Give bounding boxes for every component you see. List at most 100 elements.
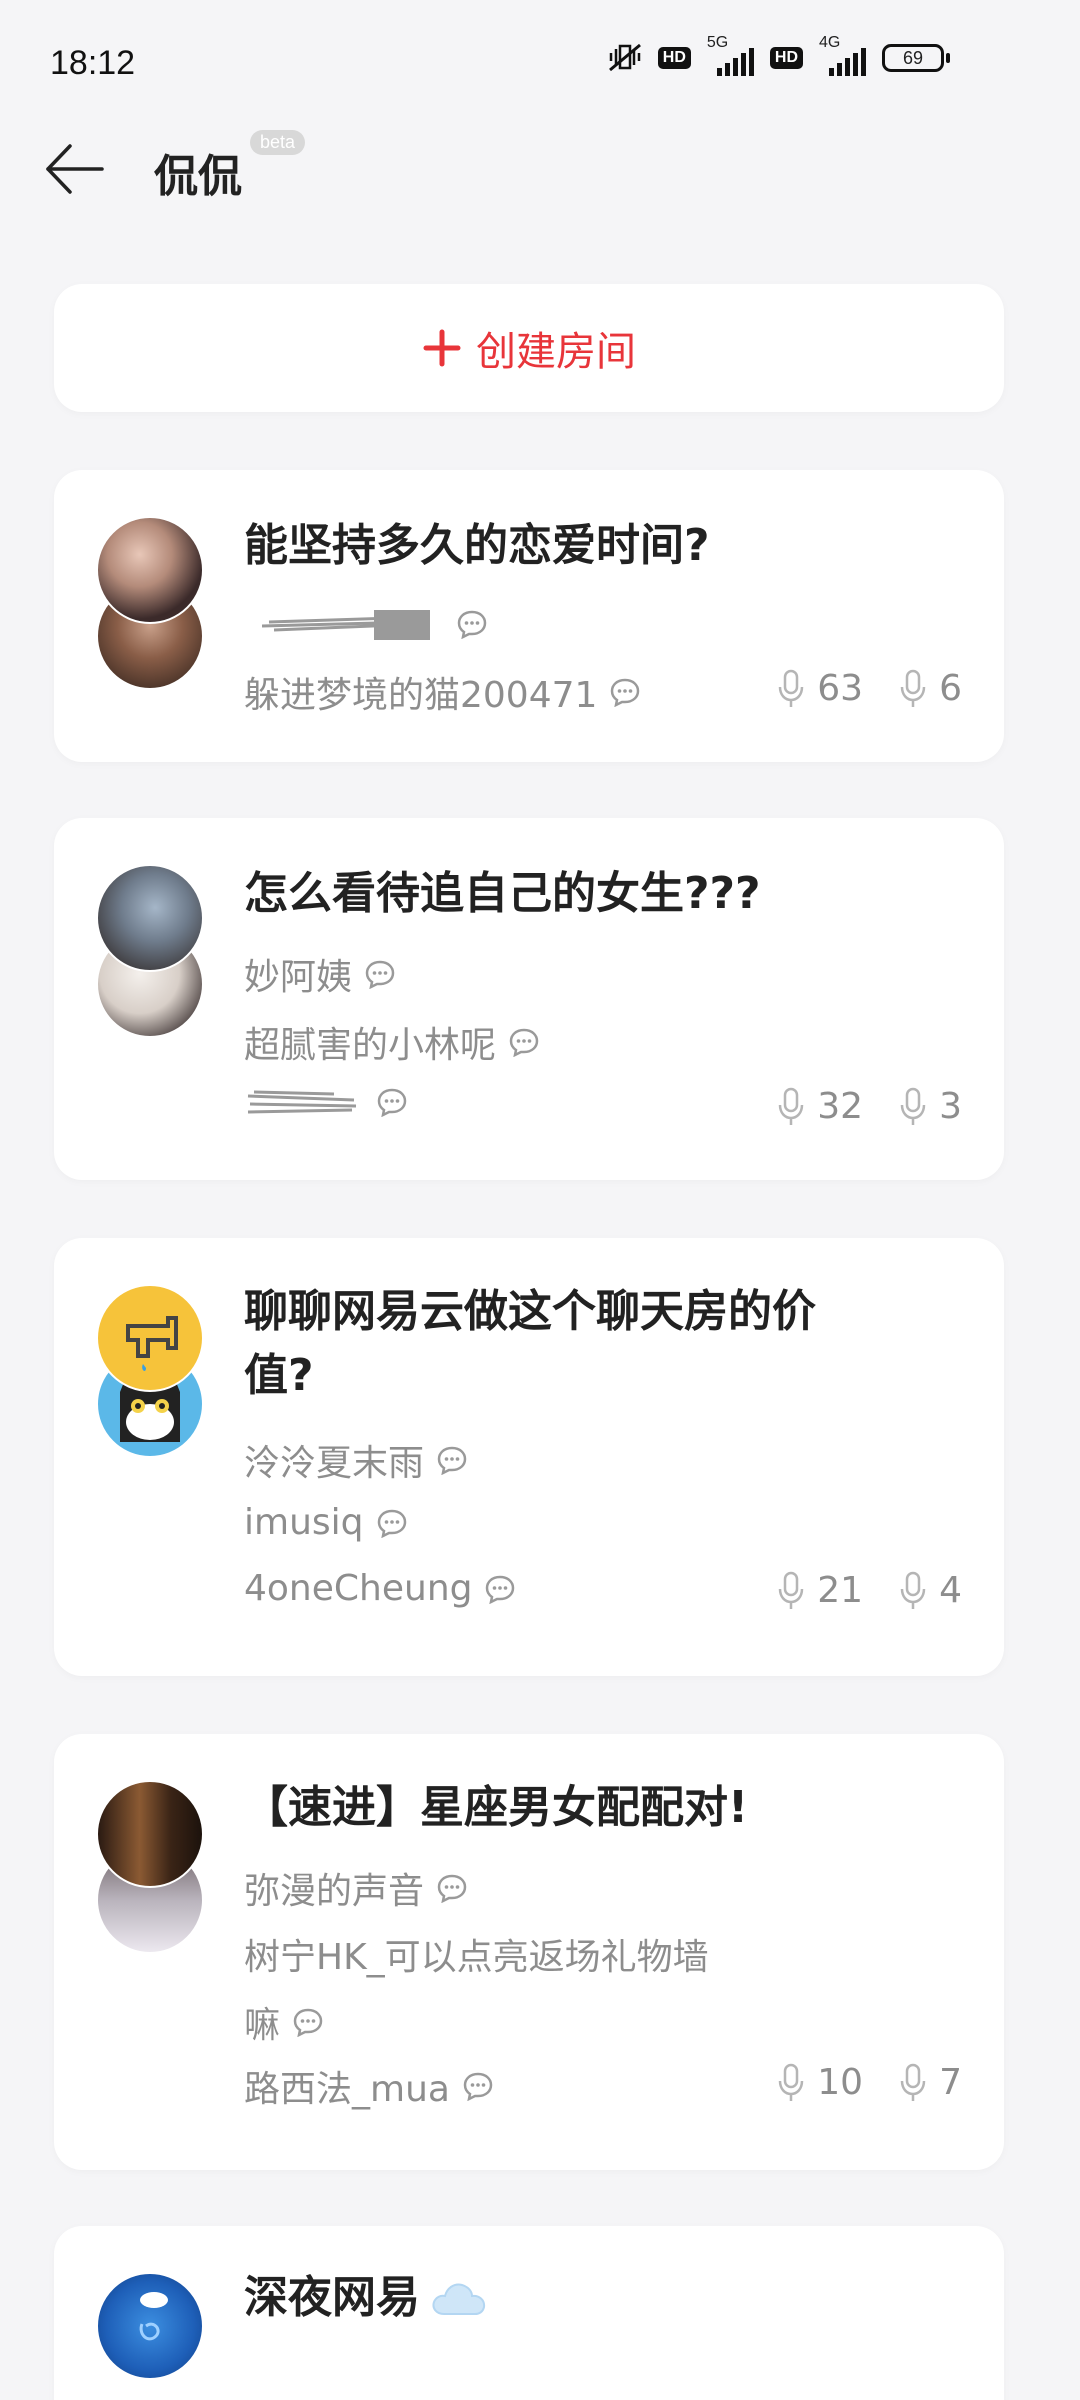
room-card[interactable]: 能坚持多久的恋爱时间? 躲进梦境的猫200471 63 6	[54, 470, 1004, 762]
chat-bubble-icon	[486, 1575, 515, 1604]
chat-bubble-icon	[293, 2008, 323, 2037]
room-stats: 21 4	[777, 1570, 962, 1611]
music-note-icon	[139, 2292, 168, 2341]
room-card[interactable]: 怎么看待追自己的女生??? 妙阿姨 超腻害的小林呢 32 3	[54, 818, 1004, 1180]
create-room-button[interactable]: 创建房间	[54, 284, 1004, 412]
room-member: 弥漫的声音	[244, 1862, 468, 1914]
member-name: 4oneCheung	[244, 1568, 473, 1609]
room-member: 超腻害的小林呢	[244, 1016, 540, 1068]
avatar	[96, 864, 204, 972]
room-member: 路西法_mua	[244, 2060, 494, 2112]
room-member	[244, 1084, 408, 1120]
status-icons: HD 5G HD 4G 69	[608, 34, 950, 76]
speakers-count: 63	[817, 668, 864, 709]
room-avatars	[96, 1284, 204, 1458]
room-card[interactable]: 聊聊网易云做这个聊天房的价 值? 泠泠夏末雨 imusiq 4oneCheung	[54, 1238, 1004, 1676]
faucet-icon	[126, 1316, 178, 1371]
member-name: 妙阿姨	[244, 957, 353, 998]
listeners-stat: 7	[899, 2062, 962, 2103]
room-title-row: 深夜网易	[244, 2266, 964, 2330]
net-label-4g: 4G	[819, 34, 841, 51]
room-avatars	[96, 2272, 204, 2400]
room-member	[244, 604, 488, 644]
room-avatars	[96, 516, 204, 690]
room-member: imusiq	[244, 1502, 408, 1543]
chat-bubble-icon	[457, 610, 487, 639]
listeners-stat: 3	[899, 1086, 962, 1127]
room-title: 能坚持多久的恋爱时间?	[244, 520, 710, 571]
battery-icon: 69	[882, 44, 950, 72]
microphone-icon	[779, 1087, 804, 1125]
microphone-icon	[900, 1571, 926, 1609]
chat-bubble-icon	[377, 1509, 406, 1538]
listeners-count: 4	[939, 1570, 962, 1611]
room-title-line1: 聊聊网易云做这个聊天房的价	[244, 1286, 816, 1337]
page: 18:12 HD 5G HD 4G 69 侃侃 beta 创建房间 能坚持多久的…	[0, 0, 1080, 2400]
speakers-stat: 63	[777, 668, 863, 709]
signal-4g-icon: 4G	[819, 34, 866, 76]
room-card[interactable]: 深夜网易	[54, 2226, 1004, 2400]
status-time: 18:12	[50, 44, 136, 82]
chat-bubble-icon	[377, 1088, 407, 1117]
member-name: 树宁HK_可以点亮返场礼物墙	[244, 1937, 709, 1978]
avatar	[96, 1284, 204, 1392]
room-member: 树宁HK_可以点亮返场礼物墙	[244, 1928, 709, 1980]
member-name: 嘛	[244, 2005, 281, 2046]
signal-5g-icon: 5G	[707, 34, 754, 76]
member-name: 躲进梦境的猫200471	[244, 675, 598, 716]
microphone-icon	[779, 2063, 804, 2101]
room-member: 泠泠夏末雨	[244, 1434, 468, 1486]
battery-level: 69	[882, 44, 944, 72]
room-card[interactable]: 【速进】星座男女配配对! 弥漫的声音 树宁HK_可以点亮返场礼物墙 嘛 路西法_…	[54, 1734, 1004, 2170]
member-name: 路西法_mua	[244, 2069, 450, 2110]
beta-badge: beta	[250, 130, 306, 155]
room-title: 聊聊网易云做这个聊天房的价 值?	[244, 1280, 964, 1408]
plus-icon	[423, 329, 461, 367]
room-title: 怎么看待追自己的女生???	[244, 868, 761, 919]
avatar	[96, 516, 204, 624]
member-name: 超腻害的小林呢	[244, 1025, 497, 1066]
chat-bubble-icon	[437, 1874, 467, 1903]
header: 侃侃 beta	[0, 130, 1080, 240]
avatar	[96, 1780, 204, 1888]
hd-icon-2: HD	[769, 47, 803, 69]
room-member: 妙阿姨	[244, 948, 396, 1000]
listeners-count: 6	[939, 668, 962, 709]
room-title: 深夜网易	[244, 2272, 420, 2323]
vibrate-off-icon	[608, 43, 641, 72]
status-bar: 18:12 HD 5G HD 4G 69	[0, 0, 1080, 130]
speakers-stat: 21	[777, 1570, 863, 1611]
microphone-icon	[779, 1571, 804, 1609]
obscured-name-scribble	[261, 610, 430, 640]
microphone-icon	[900, 2063, 926, 2101]
room-member: 嘛	[244, 1996, 324, 2048]
room-member: 躲进梦境的猫200471	[244, 666, 641, 718]
listeners-count: 7	[939, 2062, 962, 2103]
page-title: 侃侃	[154, 151, 242, 202]
chat-bubble-icon	[437, 1446, 467, 1475]
microphone-icon	[779, 669, 804, 707]
chat-bubble-icon	[463, 2072, 493, 2101]
room-avatars	[96, 1780, 204, 1954]
room-stats: 63 6	[777, 668, 962, 709]
avatar	[96, 2272, 204, 2380]
microphone-icon	[900, 669, 926, 707]
speakers-stat: 32	[777, 1086, 863, 1127]
member-name: 弥漫的声音	[244, 1871, 425, 1912]
microphone-icon	[900, 1087, 926, 1125]
member-name: imusiq	[244, 1502, 364, 1543]
back-arrow-icon[interactable]	[40, 134, 110, 204]
room-stats: 32 3	[777, 1086, 962, 1127]
chat-bubble-icon	[509, 1028, 539, 1057]
room-title-line2: 值?	[244, 1350, 314, 1401]
listeners-stat: 4	[899, 1570, 962, 1611]
create-room-label: 创建房间	[476, 329, 636, 375]
speakers-count: 10	[817, 2062, 864, 2103]
speakers-count: 32	[817, 1086, 864, 1127]
obscured-name-scribble	[247, 1090, 357, 1114]
speakers-count: 21	[817, 1570, 864, 1611]
hd-icon: HD	[657, 47, 691, 69]
listeners-count: 3	[939, 1086, 962, 1127]
chat-bubble-icon	[365, 960, 395, 989]
cloud-icon	[432, 2283, 486, 2315]
